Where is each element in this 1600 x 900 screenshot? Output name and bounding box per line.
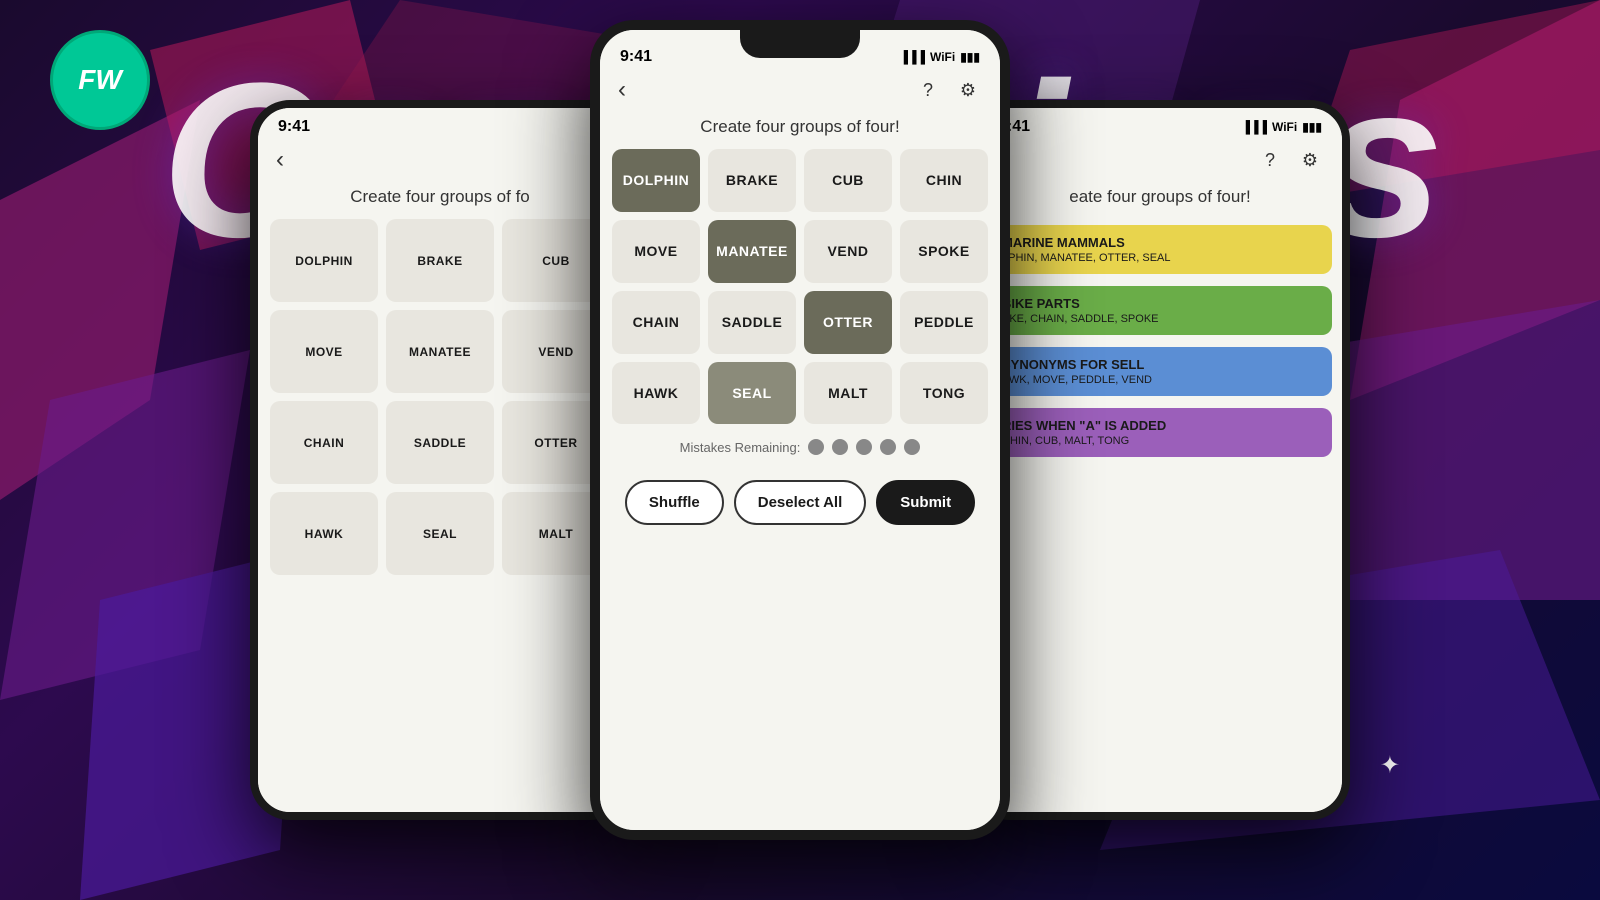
wifi-icon: WiFi [930,50,955,64]
right-status-icons: ▐▐▐ WiFi ▮▮▮ [1241,120,1322,134]
right-phone-screen: 9:41 ▐▐▐ WiFi ▮▮▮ ? ⚙ eate four groups o… [978,108,1342,812]
left-game-title: Create four groups of fo [258,182,622,219]
center-game-title: Create four groups of four! [600,112,1000,149]
tile-spoke-center[interactable]: SPOKE [900,220,988,283]
mistake-dot-5 [904,439,920,455]
left-nav-bar: ‹ [258,141,622,182]
tile-otter-center[interactable]: OTTER [804,291,892,354]
right-nav-icons: ? ⚙ [1256,146,1324,174]
mistake-dot-1 [808,439,824,455]
center-status-icons: ▐▐▐ WiFi ▮▮▮ [899,50,980,64]
mistake-dot-3 [856,439,872,455]
left-word-grid: DOLPHIN BRAKE CUB MOVE MANATEE VEND CHAI… [258,219,622,575]
tile-tong-center[interactable]: TONG [900,362,988,425]
tile-cub-center[interactable]: CUB [804,149,892,212]
left-status-time: 9:41 [278,118,310,136]
mistake-dot-2 [832,439,848,455]
tile-dolphin-center[interactable]: DOLPHIN [612,149,700,212]
right-phone: 9:41 ▐▐▐ WiFi ▮▮▮ ? ⚙ eate four groups o… [970,100,1350,820]
marine-mammals-title: MARINE MAMMALS [1002,235,1318,250]
shuffle-button[interactable]: Shuffle [625,480,724,525]
center-nav-icons: ? ⚙ [914,76,982,104]
added-a-category: RIES WHEN "A" IS ADDED CHIN, CUB, MALT, … [988,408,1332,457]
right-settings-icon[interactable]: ⚙ [1296,146,1324,174]
phones-container: 9:41 ‹ Create four groups of fo DOLPHIN … [0,0,1600,900]
center-phone: 9:41 ▐▐▐ WiFi ▮▮▮ ‹ ? ⚙ Create four grou… [590,20,1010,840]
center-status-time: 9:41 [620,48,652,66]
fw-logo-text: FW [78,64,122,96]
tile-move-left[interactable]: MOVE [270,310,378,393]
deselect-button[interactable]: Deselect All [734,480,867,525]
tile-manatee-left[interactable]: MANATEE [386,310,494,393]
left-phone: 9:41 ‹ Create four groups of fo DOLPHIN … [250,100,630,820]
center-phone-screen: 9:41 ▐▐▐ WiFi ▮▮▮ ‹ ? ⚙ Create four grou… [600,30,1000,830]
tile-vend-center[interactable]: VEND [804,220,892,283]
tile-dolphin-left[interactable]: DOLPHIN [270,219,378,302]
center-nav-bar: ‹ ? ⚙ [600,71,1000,112]
right-game-title: eate four groups of four! [978,182,1342,219]
tile-chain-left[interactable]: CHAIN [270,401,378,484]
bike-parts-title: BIKE PARTS [1002,296,1318,311]
battery-icon: ▮▮▮ [960,50,980,64]
tile-seal-center[interactable]: SEAL [708,362,796,425]
tile-move-center[interactable]: MOVE [612,220,700,283]
added-a-words: CHIN, CUB, MALT, TONG [1002,435,1318,447]
camera-notch [740,30,860,58]
tile-saddle-left[interactable]: SADDLE [386,401,494,484]
signal-icon: ▐▐▐ [899,50,925,64]
tile-chin-center[interactable]: CHIN [900,149,988,212]
mistake-dot-4 [880,439,896,455]
tile-seal-left[interactable]: SEAL [386,492,494,575]
left-phone-screen: 9:41 ‹ Create four groups of fo DOLPHIN … [258,108,622,812]
mistakes-row: Mistakes Remaining: [600,424,1000,470]
synonyms-sell-category: SYNONYMS FOR SELL AWK, MOVE, PEDDLE, VEN… [988,347,1332,396]
marine-mammals-words: LPHIN, MANATEE, OTTER, SEAL [1002,252,1318,264]
tile-peddle-center[interactable]: PEDDLE [900,291,988,354]
center-word-grid: DOLPHIN BRAKE CUB CHIN MOVE MANATEE VEND… [600,149,1000,424]
marine-mammals-category: MARINE MAMMALS LPHIN, MANATEE, OTTER, SE… [988,225,1332,274]
tile-brake-center[interactable]: BRAKE [708,149,796,212]
left-status-bar: 9:41 [258,108,622,141]
tile-hawk-left[interactable]: HAWK [270,492,378,575]
right-nav-bar: ? ⚙ [978,141,1342,182]
tile-manatee-center[interactable]: MANATEE [708,220,796,283]
right-help-icon[interactable]: ? [1256,146,1284,174]
added-a-title: RIES WHEN "A" IS ADDED [1002,418,1318,433]
right-battery-icon: ▮▮▮ [1302,120,1322,134]
settings-icon[interactable]: ⚙ [954,76,982,104]
fw-logo: FW [50,30,150,130]
tile-hawk-center[interactable]: HAWK [612,362,700,425]
tile-chain-center[interactable]: CHAIN [612,291,700,354]
tile-brake-left[interactable]: BRAKE [386,219,494,302]
tile-saddle-center[interactable]: SADDLE [708,291,796,354]
bike-parts-words: AKE, CHAIN, SADDLE, SPOKE [1002,313,1318,325]
right-wifi-icon: WiFi [1272,120,1297,134]
synonyms-sell-words: AWK, MOVE, PEDDLE, VEND [1002,374,1318,386]
help-icon[interactable]: ? [914,76,942,104]
bike-parts-category: BIKE PARTS AKE, CHAIN, SADDLE, SPOKE [988,286,1332,335]
buttons-row: Shuffle Deselect All Submit [600,470,1000,535]
submit-button[interactable]: Submit [876,480,975,525]
right-signal-icon: ▐▐▐ [1241,120,1267,134]
mistakes-label: Mistakes Remaining: [680,440,801,455]
tile-malt-center[interactable]: MALT [804,362,892,425]
right-status-bar: 9:41 ▐▐▐ WiFi ▮▮▮ [978,108,1342,141]
center-back-button[interactable]: ‹ [618,76,626,104]
left-back-button[interactable]: ‹ [276,146,284,174]
synonyms-sell-title: SYNONYMS FOR SELL [1002,357,1318,372]
